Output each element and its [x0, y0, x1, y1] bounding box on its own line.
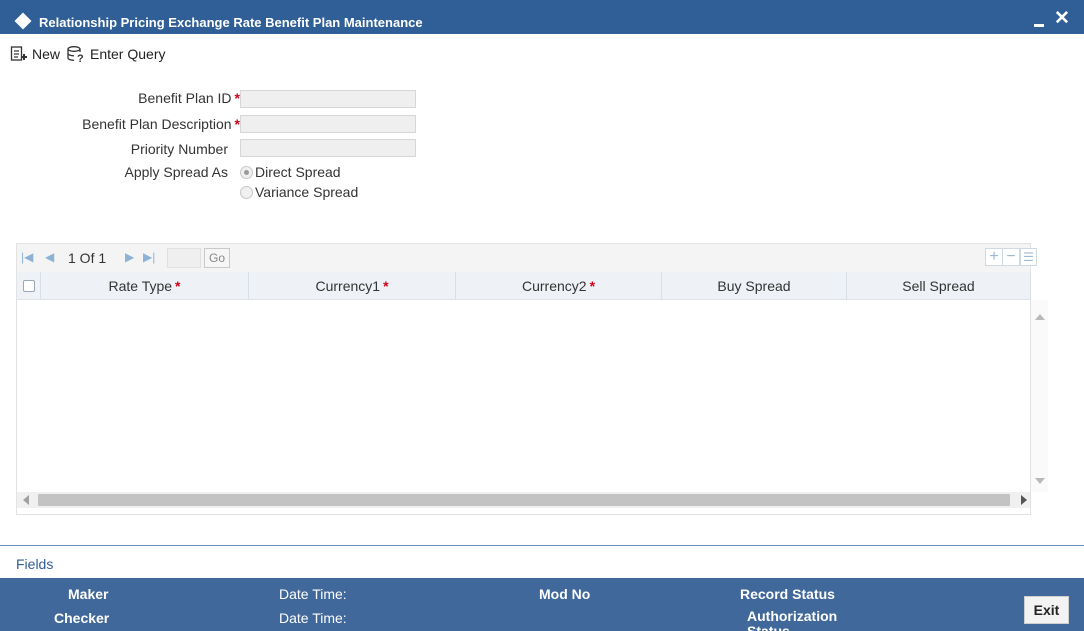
horizontal-scrollbar[interactable]: [17, 492, 1030, 508]
priority-number-label: Priority Number: [130, 141, 228, 157]
scroll-down-icon[interactable]: [1035, 478, 1045, 484]
column-header-label: Currency1: [315, 278, 381, 294]
fields-link[interactable]: Fields: [16, 556, 53, 572]
page-info: 1 Of 1: [68, 250, 107, 266]
benefit-plan-id-label-text: Benefit Plan ID: [138, 90, 232, 106]
new-document-icon: [10, 46, 27, 61]
horizontal-scroll-thumb[interactable]: [38, 494, 1010, 506]
delete-row-icon[interactable]: −: [1002, 248, 1020, 266]
page-number-input[interactable]: [167, 248, 201, 268]
column-header-label: Currency2: [521, 278, 587, 294]
benefit-plan-id-label: Benefit Plan ID *: [0, 90, 240, 106]
audit-footer: Maker Checker Date Time: Date Time: Mod …: [0, 578, 1084, 631]
column-header-rate-type[interactable]: Rate Type *: [41, 272, 249, 300]
column-header-buy-spread[interactable]: Buy Spread: [662, 272, 847, 300]
priority-number-input[interactable]: [240, 139, 416, 157]
last-page-icon[interactable]: ▶|: [143, 250, 155, 264]
maker-date-time-label: Date Time:: [279, 586, 347, 602]
variance-spread-radio[interactable]: Variance Spread: [240, 184, 358, 200]
exit-button[interactable]: Exit: [1024, 596, 1069, 624]
enter-query-button[interactable]: ? Enter Query: [66, 45, 165, 63]
apply-spread-as-label: Apply Spread As: [124, 164, 228, 180]
select-all-checkbox[interactable]: [23, 280, 35, 292]
grid-header: Rate Type * Currency1 * Currency2 * Buy Spr…: [17, 272, 1031, 300]
record-status-label: Record Status: [740, 586, 835, 602]
new-button-label: New: [32, 46, 61, 62]
go-button[interactable]: Go: [204, 248, 230, 268]
diamond-icon: [14, 12, 32, 30]
column-header-currency1[interactable]: Currency1 *: [249, 272, 456, 300]
enter-query-button-label: Enter Query: [90, 46, 166, 62]
svg-text:?: ?: [77, 53, 84, 63]
benefit-plan-description-input[interactable]: [240, 115, 416, 133]
mod-no-label: Mod No: [539, 586, 591, 602]
required-marker: *: [589, 278, 596, 294]
required-marker: *: [175, 278, 181, 294]
checker-date-time-label: Date Time:: [279, 610, 347, 626]
benefit-plan-id-input[interactable]: [240, 90, 416, 108]
benefit-plan-description-label: Benefit Plan Description *: [0, 116, 240, 132]
direct-spread-label: Direct Spread: [255, 164, 341, 180]
rate-spread-grid: |◀ ◀ 1 Of 1 ▶ ▶| Go + − ☰ Rate Type * Cur…: [16, 243, 1048, 515]
minimize-icon[interactable]: [1034, 24, 1044, 27]
maker-label: Maker: [68, 586, 109, 602]
single-view-icon[interactable]: ☰: [1020, 248, 1037, 266]
first-page-icon[interactable]: |◀: [21, 250, 33, 264]
new-button[interactable]: New: [10, 45, 60, 63]
column-header-label: Sell Spread: [902, 278, 975, 294]
previous-page-icon[interactable]: ◀: [45, 250, 54, 264]
scroll-left-icon[interactable]: [23, 495, 29, 505]
window-titlebar: Relationship Pricing Exchange Rate Benef…: [0, 0, 1084, 34]
window-title: Relationship Pricing Exchange Rate Benef…: [39, 15, 423, 30]
scroll-up-icon[interactable]: [1035, 314, 1045, 320]
column-header-label: Buy Spread: [717, 278, 791, 294]
direct-spread-radio[interactable]: Direct Spread: [240, 164, 341, 180]
column-header-label: Rate Type: [108, 278, 173, 294]
select-all-cell: [17, 272, 41, 300]
fields-divider: [0, 545, 1084, 546]
benefit-plan-description-label-text: Benefit Plan Description: [82, 116, 232, 132]
column-header-currency2[interactable]: Currency2 *: [456, 272, 662, 300]
scroll-right-icon[interactable]: [1021, 495, 1027, 505]
close-icon[interactable]: ✕: [1054, 9, 1070, 29]
grid-pager: |◀ ◀ 1 Of 1 ▶ ▶| Go + − ☰: [17, 244, 1037, 272]
vertical-scrollbar[interactable]: [1031, 300, 1048, 492]
required-marker: *: [383, 278, 389, 294]
radio-unselected-icon: [240, 185, 253, 199]
variance-spread-label: Variance Spread: [255, 184, 359, 200]
authorization-status-label: Authorization Status: [747, 609, 837, 631]
query-database-icon: ?: [67, 46, 84, 63]
add-row-icon[interactable]: +: [985, 248, 1003, 266]
column-header-sell-spread[interactable]: Sell Spread: [847, 272, 1031, 300]
next-page-icon[interactable]: ▶: [125, 250, 134, 264]
radio-selected-icon: [240, 165, 253, 179]
checker-label: Checker: [54, 610, 110, 626]
